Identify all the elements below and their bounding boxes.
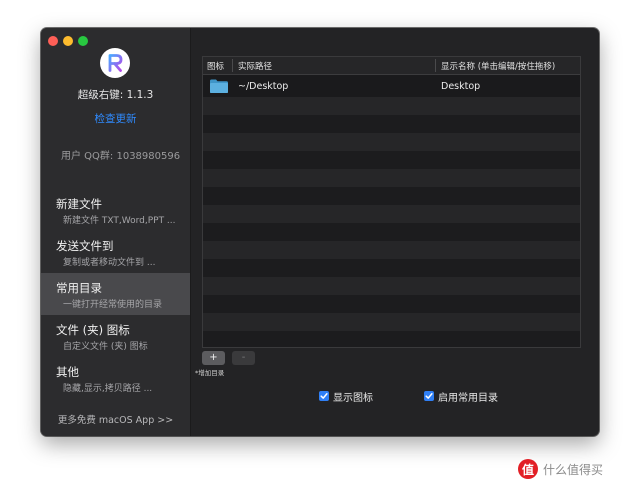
checkbox-checked-icon [319, 391, 329, 401]
sidebar-item-subtitle: 自定义文件 (夹) 图标 [63, 342, 148, 352]
table-header: 图标 实际路径 显示名称 (单击编辑/按住拖移) [203, 57, 580, 75]
sidebar-item-other[interactable]: 其他 隐藏,显示,拷贝路径 ... [41, 357, 190, 399]
sidebar-item-title: 新建文件 [56, 197, 102, 211]
remove-directory-button[interactable]: - [232, 351, 255, 365]
empty-row [203, 313, 580, 331]
main-panel: 图标 实际路径 显示名称 (单击编辑/按住拖移) ~/Desktop Deskt… [191, 28, 599, 436]
watermark-text: 什么值得买 [543, 462, 604, 477]
checkbox-checked-icon [424, 391, 434, 401]
sidebar-item-file-icon[interactable]: 文件 (夹) 图标 自定义文件 (夹) 图标 [41, 315, 190, 357]
sidebar-item-new-file[interactable]: 新建文件 新建文件 TXT,Word,PPT ... [41, 189, 190, 231]
show-icon-label: 显示图标 [333, 392, 373, 404]
qq-group-text: 用户 QQ群: 1038980596 [61, 151, 181, 162]
empty-row [203, 223, 580, 241]
site-watermark: 值 什么值得买 [518, 458, 603, 480]
empty-row [203, 169, 580, 187]
enable-common-dirs-checkbox[interactable]: 启用常用目录 [424, 390, 498, 404]
sidebar-item-subtitle: 新建文件 TXT,Word,PPT ... [63, 216, 176, 226]
empty-row [203, 115, 580, 133]
app-name-version: 超级右键: 1.1.3 [77, 89, 154, 101]
column-header-path[interactable]: 实际路径 [238, 60, 272, 72]
add-directory-button[interactable]: + [202, 351, 225, 365]
sidebar-item-title: 常用目录 [56, 281, 102, 295]
empty-row [203, 151, 580, 169]
sidebar-item-subtitle: 一键打开经常使用的目录 [63, 300, 163, 310]
empty-row [203, 241, 580, 259]
sidebar-item-subtitle: 隐藏,显示,拷贝路径 ... [63, 384, 153, 394]
add-directory-caption: *增加目录 [195, 369, 225, 377]
enable-common-dirs-label: 启用常用目录 [438, 392, 498, 404]
directory-table[interactable]: 图标 实际路径 显示名称 (单击编辑/按住拖移) ~/Desktop Deskt… [202, 56, 581, 348]
close-window-button[interactable] [48, 36, 58, 46]
empty-row [203, 97, 580, 115]
more-apps-link[interactable]: 更多免费 macOS App >> [41, 412, 190, 426]
column-header-icon[interactable]: 图标 [207, 60, 224, 72]
empty-row [203, 187, 580, 205]
sidebar-item-common-dirs[interactable]: 常用目录 一键打开经常使用的目录 [41, 273, 190, 315]
empty-row [203, 205, 580, 223]
column-header-display-name[interactable]: 显示名称 (单击编辑/按住拖移) [441, 60, 555, 72]
cell-display-name[interactable]: Desktop [441, 81, 480, 92]
minimize-window-button[interactable] [63, 36, 73, 46]
column-divider [435, 59, 436, 72]
empty-row [203, 295, 580, 313]
sidebar-item-title: 其他 [56, 365, 79, 379]
check-update-link[interactable]: 检查更新 [41, 111, 190, 126]
zoom-window-button[interactable] [78, 36, 88, 46]
app-logo [100, 48, 130, 78]
sidebar-item-title: 发送文件到 [56, 239, 114, 253]
watermark-logo: 值 [518, 459, 538, 479]
empty-row [203, 331, 580, 347]
show-icon-checkbox[interactable]: 显示图标 [319, 390, 373, 404]
sidebar: 超级右键: 1.1.3 检查更新 用户 QQ群: 1038980596 新建文件… [41, 28, 191, 436]
column-divider [232, 59, 233, 72]
sidebar-item-subtitle: 复制或者移动文件到 ... [63, 258, 156, 268]
app-window: 超级右键: 1.1.3 检查更新 用户 QQ群: 1038980596 新建文件… [41, 28, 599, 436]
empty-row [203, 277, 580, 295]
empty-row [203, 259, 580, 277]
sidebar-item-title: 文件 (夹) 图标 [56, 323, 130, 337]
app-logo-icon [100, 48, 130, 78]
sidebar-item-send-to[interactable]: 发送文件到 复制或者移动文件到 ... [41, 231, 190, 273]
empty-row [203, 133, 580, 151]
folder-icon [210, 79, 228, 93]
cell-path: ~/Desktop [238, 81, 289, 92]
table-row[interactable]: ~/Desktop Desktop [203, 75, 580, 97]
